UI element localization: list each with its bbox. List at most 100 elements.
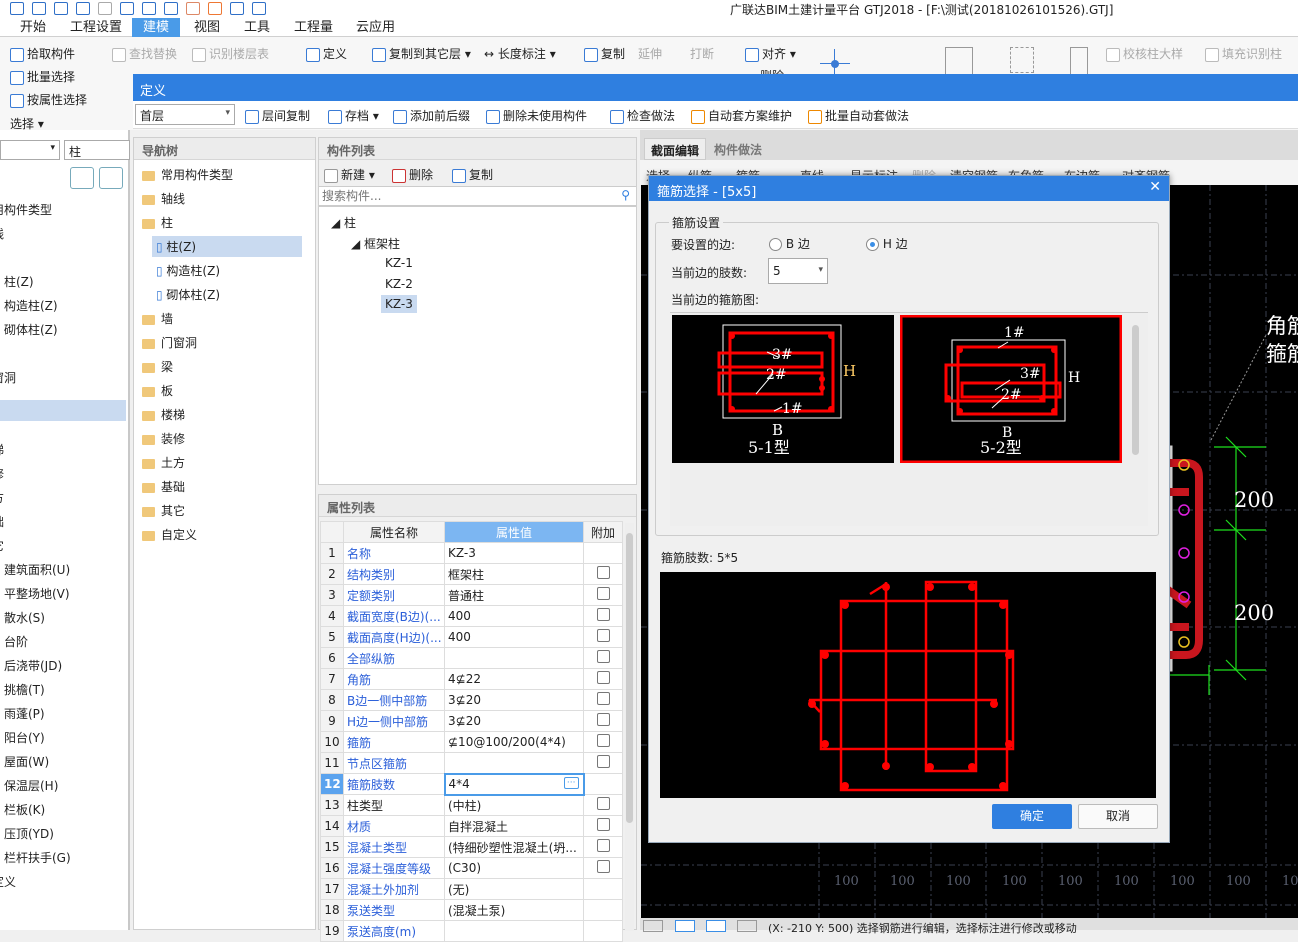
extra-checkbox[interactable] [596,797,610,810]
nav-item[interactable]: 其它 [138,500,189,521]
property-row[interactable]: 9 H边一侧中部筋 3⊈20 [320,710,623,732]
property-row[interactable]: 13 柱类型 (中柱) [320,794,623,816]
property-row[interactable]: 15 混凝土类型 (特细砂塑性混凝土(坍... [320,836,623,858]
nav-item[interactable]: ▯ 柱(Z) [152,236,302,257]
tab-view[interactable]: 视图 [186,18,228,37]
break-button[interactable]: 打断 [690,45,714,62]
property-value[interactable]: 普通柱 [444,584,584,606]
radio-h-side[interactable]: H 边 [866,235,908,252]
extend-button[interactable]: 延伸 [638,45,662,62]
cancel-button[interactable]: 取消 [1078,804,1158,829]
column-detail-icon[interactable] [1010,47,1034,73]
stirrup-option-5-1[interactable]: 3# 2# 1# H B 5-1型 [672,315,894,463]
open-icon[interactable] [54,2,68,15]
column-identify-icon[interactable] [945,47,973,77]
nav-item[interactable]: ▯ 构造柱(Z) [152,260,224,281]
check-method-button[interactable]: 检查做法 [610,107,675,124]
property-value[interactable]: 框架柱 [444,563,584,585]
tab-tools[interactable]: 工具 [236,18,278,37]
undo-icon[interactable] [76,2,90,15]
check-column-detail-button[interactable]: 校核柱大样 [1106,45,1183,62]
nav-item[interactable]: 门窗洞 [138,332,201,353]
nav-item[interactable]: 柱 [138,212,177,233]
extra-checkbox[interactable] [596,566,610,579]
col-header-extra[interactable]: 附加 [583,521,623,543]
stirrup-option-5-2-selected[interactable]: 1# 3# 2# H B 5-2型 [900,315,1122,463]
nav-item[interactable]: 自定义 [138,524,201,545]
copy-button[interactable]: 复制 [584,45,625,62]
sum-icon[interactable] [120,2,134,15]
property-row[interactable]: 16 混凝土强度等级 (C30) [320,857,623,879]
property-row[interactable]: 18 泵送类型 (混凝土泵) [320,899,623,921]
property-row[interactable]: 2 结构类别 框架柱 [320,563,623,585]
property-row[interactable]: 14 材质 自拌混凝土 [320,815,623,837]
component-item[interactable]: KZ-2 [385,277,413,291]
tab-quantity[interactable]: 工程量 [286,18,341,37]
property-row[interactable]: 17 混凝土外加剂 (无) [320,878,623,900]
add-mode-button[interactable] [737,920,757,932]
tab-cloud[interactable]: 云应用 [348,18,403,37]
property-value[interactable]: (中柱) [444,794,584,816]
tab-modeling[interactable]: 建模 [132,18,180,37]
extra-checkbox[interactable] [596,713,610,726]
property-row[interactable]: 8 B边一侧中部筋 3⊈20 [320,689,623,711]
nav-item[interactable]: 墙 [138,308,177,329]
property-row[interactable]: 4 截面宽度(B边)(... 400 [320,605,623,627]
nav-item[interactable]: 基础 [138,476,189,497]
property-value[interactable]: ⊈10@100/200(4*4) [444,731,584,753]
new-icon[interactable] [32,2,46,15]
extra-checkbox[interactable] [596,629,610,642]
batch-auto-method-button[interactable]: 批量自动套做法 [808,107,909,124]
extra-checkbox[interactable] [596,692,610,705]
nav-item[interactable]: ▯ 砌体柱(Z) [152,284,224,305]
property-row[interactable]: 12 箍筋肢数 4*4 ··· [320,772,623,796]
extra-checkbox[interactable] [596,860,610,873]
extra-checkbox[interactable] [596,608,610,621]
vertical-mode-button[interactable] [706,920,726,932]
property-row[interactable]: 5 截面高度(H边)(... 400 [320,626,623,648]
property-value[interactable] [444,920,584,942]
property-row[interactable]: 6 全部纵筋 [320,647,623,669]
export-icon[interactable] [252,2,266,15]
grid-icon[interactable] [230,2,244,15]
list-view-icon[interactable] [70,167,94,189]
ok-button[interactable]: 确定 [992,804,1072,829]
property-value[interactable]: KZ-3 [444,542,584,564]
align-button[interactable]: 对齐 ▾ [745,45,796,62]
nav-item[interactable]: 装修 [138,428,189,449]
detail-view-icon[interactable] [99,167,123,189]
length-dim-button[interactable]: ↔ 长度标注 ▾ [484,45,556,62]
nav-item[interactable]: 楼梯 [138,404,189,425]
search-input[interactable] [319,187,609,205]
fill-identify-button[interactable]: 填充识别柱 [1205,45,1282,62]
property-value[interactable]: 4⊈22 [444,668,584,690]
archive-button[interactable]: 存档 ▾ [328,107,379,124]
nav-item[interactable]: 板 [138,380,177,401]
mode-button[interactable] [643,920,663,932]
radio-b-side[interactable]: B 边 [769,235,810,252]
property-value[interactable]: (混凝土泵) [444,899,584,921]
tab-section-edit[interactable]: 截面编辑 [644,138,707,160]
property-value[interactable]: 3⊈20 [444,689,584,711]
auto-scheme-button[interactable]: 自动套方案维护 [691,107,792,124]
tree-node-column[interactable]: ◢ 柱 [331,214,356,231]
component-item-selected[interactable]: KZ-3 [381,295,417,313]
tab-project-settings[interactable]: 工程设置 [62,18,130,37]
property-value[interactable] [444,647,584,669]
property-value[interactable] [444,752,584,774]
tree-node-frame-column[interactable]: ◢ 框架柱 [351,235,400,252]
extra-checkbox[interactable] [596,671,610,684]
property-row[interactable]: 10 箍筋 ⊈10@100/200(4*4) [320,731,623,753]
identify-floor-button[interactable]: 识别楼层表 [192,45,269,62]
property-row[interactable]: 3 定额类别 普通柱 [320,584,623,606]
extra-checkbox[interactable] [596,818,610,831]
nav-item[interactable]: 轴线 [138,188,189,209]
calc-icon[interactable] [186,2,200,15]
report-icon[interactable] [142,2,156,15]
column-icon[interactable] [1070,47,1088,77]
floor-copy-button[interactable]: 层间复制 [245,107,310,124]
extra-checkbox[interactable] [596,650,610,663]
nav-item[interactable]: 梁 [138,356,177,377]
copy-to-floor-button[interactable]: 复制到其它层 ▾ [372,45,471,62]
close-icon[interactable]: ✕ [1149,179,1161,195]
